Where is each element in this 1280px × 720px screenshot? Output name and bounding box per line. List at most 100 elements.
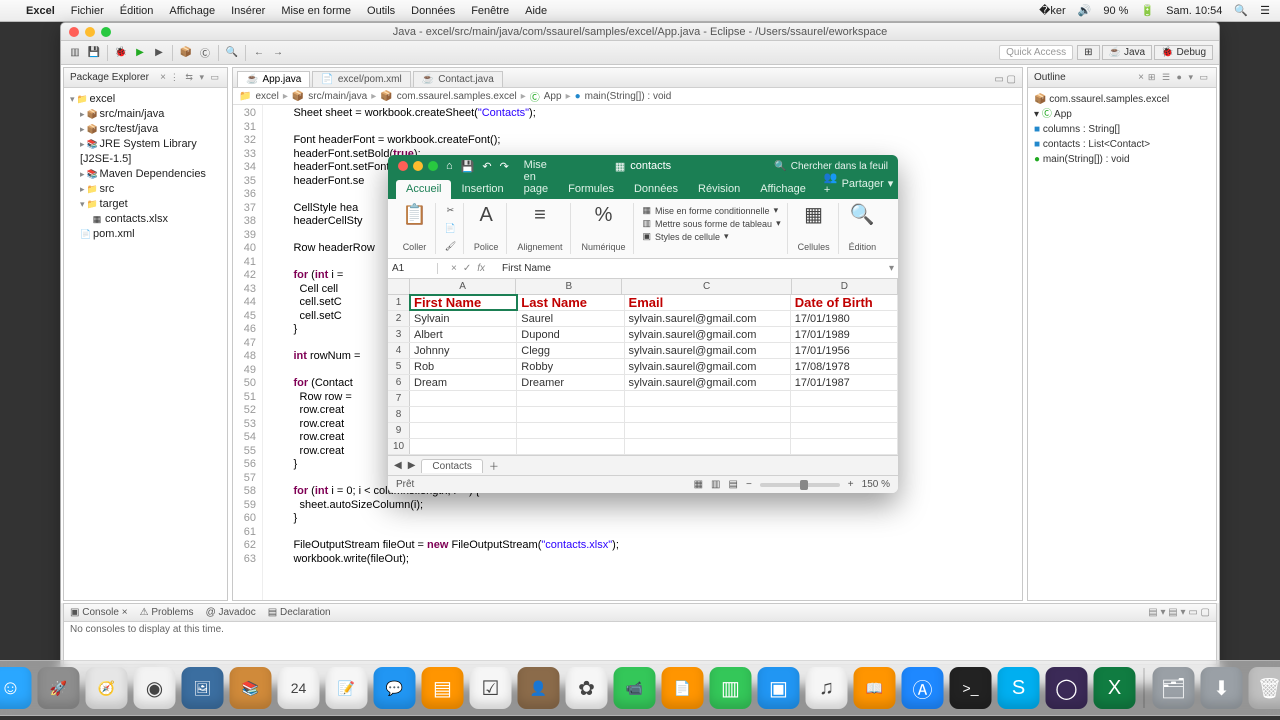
minimize-window-button[interactable] <box>85 27 95 37</box>
undo-icon[interactable]: ↶ <box>482 160 491 173</box>
open-perspective-button[interactable]: ⊞ <box>1077 45 1099 60</box>
close-icon[interactable]: × <box>1138 72 1144 83</box>
close-icon[interactable]: × <box>160 72 166 83</box>
dock-facetime-icon[interactable]: 📹 <box>614 667 656 709</box>
dock-notes-icon[interactable]: 📝 <box>326 667 368 709</box>
sheet-tab-contacts[interactable]: Contacts <box>421 459 482 473</box>
battery-icon[interactable]: 🔋 <box>1140 4 1154 17</box>
dock-reminders-icon[interactable]: ☑ <box>470 667 512 709</box>
dock-folder-icon[interactable]: 🗂 <box>1153 667 1195 709</box>
ribbon-tab-accueil[interactable]: Accueil <box>396 180 451 199</box>
find-icon[interactable]: 🔍 <box>850 205 875 225</box>
menu-edition[interactable]: Édition <box>120 5 154 17</box>
wifi-icon[interactable]: �ker <box>1039 4 1066 17</box>
dock-calendar-icon[interactable]: 24 <box>278 667 320 709</box>
col-header-d[interactable]: D <box>792 279 898 294</box>
ribbon-group-edition[interactable]: 🔍 Édition <box>841 203 885 254</box>
dock-contacts-icon[interactable]: 👤 <box>518 667 560 709</box>
editor-tab-pom[interactable]: 📄excel/pom.xml <box>312 71 410 87</box>
ribbon-group-align[interactable]: ≡ Alignement <box>509 203 571 254</box>
copy-icon[interactable]: 📄 <box>445 223 456 234</box>
ribbon-tab-donnees[interactable]: Données <box>624 180 688 199</box>
zoom-level[interactable]: 150 % <box>862 479 890 490</box>
zoom-out-button[interactable]: − <box>746 479 752 490</box>
col-header-c[interactable]: C <box>622 279 791 294</box>
view-layout-icon[interactable]: ▥ <box>711 479 720 490</box>
add-sheet-button[interactable]: ＋ <box>489 458 499 473</box>
javadoc-tab[interactable]: @ Javadoc <box>206 607 256 618</box>
view-normal-icon[interactable]: ▦ <box>694 479 703 490</box>
percent-icon[interactable]: % <box>595 205 613 225</box>
editor-tab-app-java[interactable]: ☕App.java <box>237 71 310 87</box>
dock-messages-icon[interactable]: 💬 <box>374 667 416 709</box>
save-icon[interactable]: 💾 <box>86 45 102 61</box>
declaration-tab[interactable]: ▤ Declaration <box>268 607 331 618</box>
volume-icon[interactable]: 🔊 <box>1078 4 1092 17</box>
ribbon-tab-formules[interactable]: Formules <box>558 180 624 199</box>
col-header-a[interactable]: A <box>410 279 516 294</box>
dock-pages-icon[interactable]: 📄 <box>662 667 704 709</box>
sheet-nav-next-icon[interactable]: ▶ <box>408 460 416 471</box>
spotlight-icon[interactable]: 🔍 <box>1234 4 1248 17</box>
dock-finder-icon[interactable]: ☺ <box>0 667 32 709</box>
ext-tools-icon[interactable]: ▶ <box>151 45 167 61</box>
sheet-nav-prev-icon[interactable]: ◀ <box>394 460 402 471</box>
dock-appstore-icon[interactable]: Ⓐ <box>902 667 944 709</box>
font-icon[interactable]: A <box>479 205 492 225</box>
outline-tab[interactable]: Outline <box>1034 72 1066 83</box>
package-explorer-tree[interactable]: ▾📁excel ▸📦src/main/java ▸📦src/test/java … <box>64 88 227 246</box>
package-explorer-tab[interactable]: Package Explorer <box>70 72 149 83</box>
menu-mise-en-forme[interactable]: Mise en forme <box>281 5 351 17</box>
formula-input[interactable]: First Name <box>498 263 885 274</box>
cut-icon[interactable]: ✂ <box>447 205 455 216</box>
dock-ibooks-icon[interactable]: 📖 <box>854 667 896 709</box>
excel-close-button[interactable] <box>398 161 408 171</box>
dock-trash-icon[interactable]: 🗑 <box>1249 667 1280 709</box>
problems-tab[interactable]: ⚠ Problems <box>140 607 194 618</box>
dock-orange-icon[interactable]: ▤ <box>422 667 464 709</box>
ribbon-group-font[interactable]: A Police <box>466 203 508 254</box>
quick-access-field[interactable]: Quick Access <box>999 45 1073 60</box>
menu-outils[interactable]: Outils <box>367 5 395 17</box>
control-center-icon[interactable]: ☰ <box>1260 4 1270 17</box>
expand-formula-icon[interactable]: ▾ <box>885 263 898 274</box>
console-toolbar-icons[interactable]: ▤ ▾ ▤ ▾ ▭ ▢ <box>1148 607 1210 618</box>
dock-numbers-icon[interactable]: ▥ <box>710 667 752 709</box>
home-icon[interactable]: ⌂ <box>446 160 453 172</box>
menu-affichage[interactable]: Affichage <box>169 5 215 17</box>
select-all-corner[interactable] <box>388 279 410 294</box>
menu-fichier[interactable]: Fichier <box>71 5 104 17</box>
forward-icon[interactable]: → <box>270 45 286 61</box>
excel-zoom-button[interactable] <box>428 161 438 171</box>
dock-keynote-icon[interactable]: ▣ <box>758 667 800 709</box>
dock-preview-icon[interactable]: 🖼 <box>182 667 224 709</box>
dock-safari-icon[interactable]: 🧭 <box>86 667 128 709</box>
share-button[interactable]: 👥+Partager ▾ <box>816 168 898 199</box>
ribbon-group-styles[interactable]: ▦ Mise en forme conditionnelle ▾ ▥ Mettr… <box>636 203 787 254</box>
ribbon-cut-copy[interactable]: ✂ 📄 🖌 <box>438 203 464 254</box>
table-format-icon[interactable]: ▥ <box>642 218 651 229</box>
editor-min-max-icons[interactable]: ▭ ▢ <box>988 72 1022 87</box>
align-icon[interactable]: ≡ <box>534 205 546 225</box>
ribbon-tab-revision[interactable]: Révision <box>688 180 750 199</box>
dock-launchpad-icon[interactable]: 🚀 <box>38 667 80 709</box>
cells-icon[interactable]: ▦ <box>804 205 823 225</box>
new-icon[interactable]: ▥ <box>67 45 83 61</box>
debug-icon[interactable]: 🐞 <box>113 45 129 61</box>
zoom-window-button[interactable] <box>101 27 111 37</box>
search-icon[interactable]: 🔍 <box>224 45 240 61</box>
conditional-format-icon[interactable]: ▦ <box>642 205 651 216</box>
dock-chrome-icon[interactable]: ◉ <box>134 667 176 709</box>
ribbon-tab-insertion[interactable]: Insertion <box>451 180 513 199</box>
dock-terminal-icon[interactable]: >_ <box>950 667 992 709</box>
formula-buttons[interactable]: ×✓fx <box>438 263 498 274</box>
spreadsheet-grid[interactable]: A B C D 1 First Name Last Name Email Dat… <box>388 279 898 455</box>
editor-tab-contact-java[interactable]: ☕Contact.java <box>413 71 503 87</box>
menu-aide[interactable]: Aide <box>525 5 547 17</box>
ribbon-group-cells[interactable]: ▦ Cellules <box>790 203 839 254</box>
dock-books1-icon[interactable]: 📚 <box>230 667 272 709</box>
dock-skype-icon[interactable]: S <box>998 667 1040 709</box>
ribbon-group-clipboard[interactable]: 📋 Coller <box>394 203 436 254</box>
menu-donnees[interactable]: Données <box>411 5 455 17</box>
zoom-in-button[interactable]: + <box>848 479 854 490</box>
